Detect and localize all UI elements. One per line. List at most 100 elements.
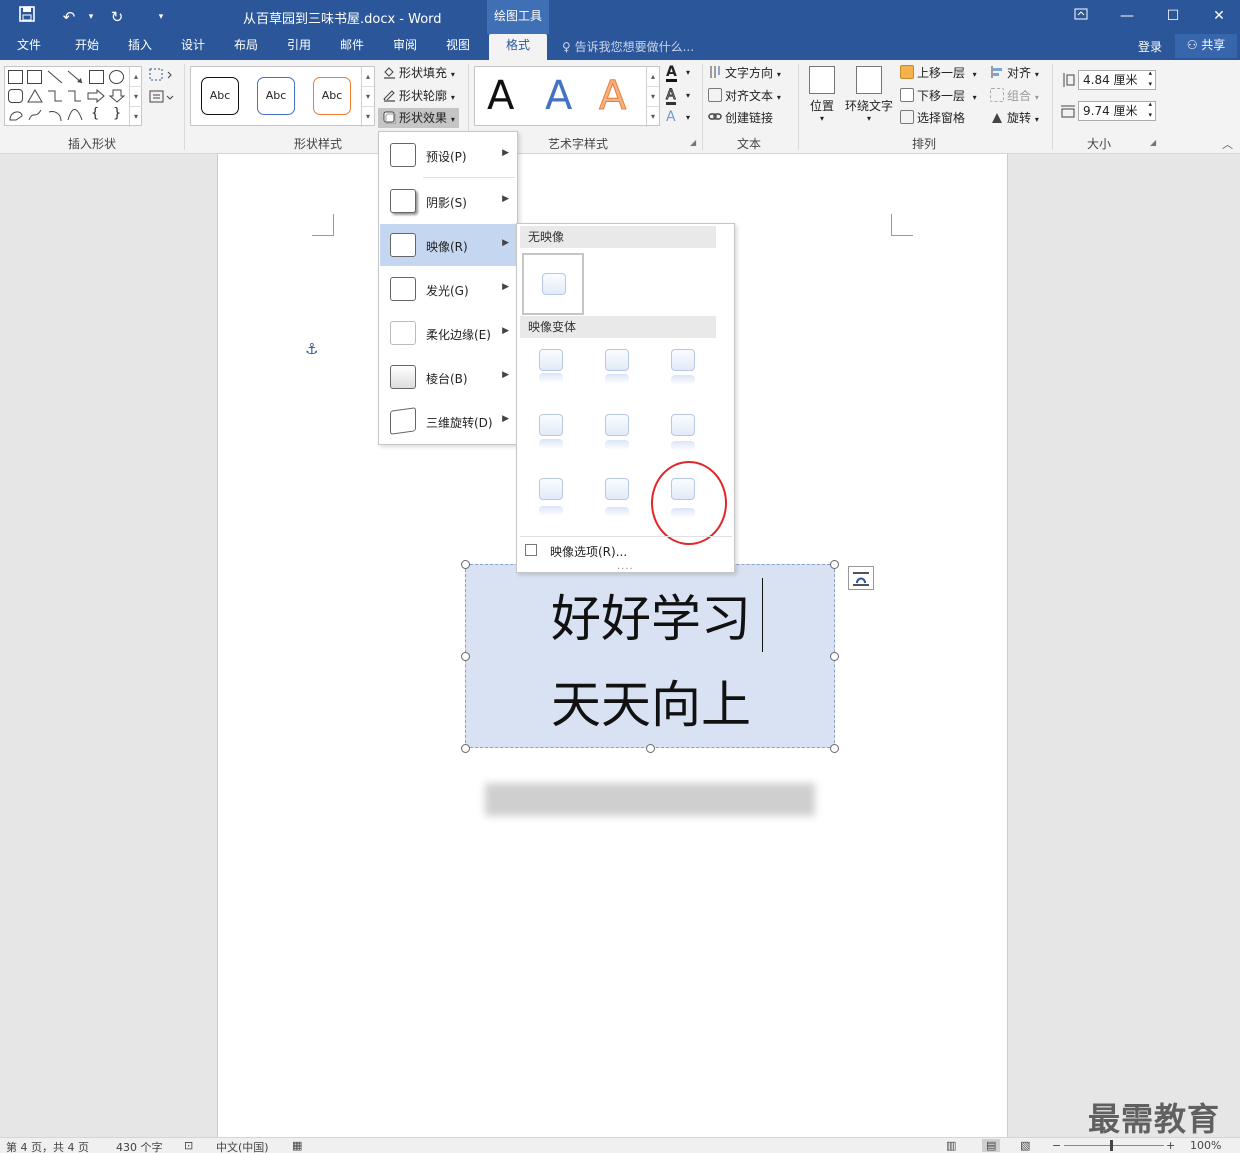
wordart-style-orange[interactable]: A: [598, 73, 626, 120]
spinner-icon[interactable]: ▴ ▾: [1148, 99, 1152, 121]
shape-outline-button[interactable]: 形状轮廓 ▾: [382, 86, 455, 106]
menu-item-soft-edges[interactable]: 柔化边缘(E) ▶: [380, 312, 517, 354]
wordart-style-blue[interactable]: A: [545, 73, 572, 119]
spinner-icon[interactable]: ▴ ▾: [1148, 68, 1152, 90]
text-effects-icon[interactable]: A: [666, 110, 676, 124]
shape-fill-button[interactable]: 形状填充 ▾: [382, 63, 455, 83]
menu-item-bevel[interactable]: 棱台(B) ▶: [380, 356, 517, 398]
shape-style-orange-outline[interactable]: Abc: [313, 77, 351, 115]
tab-mailings[interactable]: 邮件: [331, 34, 373, 60]
left-brace-shape-icon[interactable]: {: [91, 106, 99, 121]
tab-references[interactable]: 引用: [278, 34, 320, 60]
zoom-slider[interactable]: [1064, 1145, 1164, 1146]
right-arrow-shape-icon[interactable]: [87, 88, 105, 106]
layout-options-icon[interactable]: [848, 566, 874, 590]
menu-item-shadow[interactable]: 阴影(S) ▶: [380, 180, 517, 222]
right-brace-shape-icon[interactable]: }: [113, 106, 121, 121]
group-button[interactable]: 组合 ▾: [990, 86, 1039, 106]
resize-handle-bottom-right[interactable]: [830, 744, 839, 753]
wrap-text-button[interactable]: 环绕文字 ▾: [844, 66, 894, 123]
edit-shape-icon[interactable]: [148, 66, 174, 84]
elbow-arrow-shape-icon[interactable]: [67, 89, 83, 106]
arc-shape-icon[interactable]: [47, 108, 63, 125]
language-indicator[interactable]: 中文(中国): [216, 1139, 269, 1153]
rectangle-shape-icon[interactable]: [89, 70, 104, 84]
close-icon[interactable]: ✕: [1204, 4, 1234, 28]
macro-icon[interactable]: ▦: [292, 1139, 302, 1152]
draw-textbox-icon[interactable]: [148, 88, 174, 106]
oval-shape-icon[interactable]: [109, 70, 124, 84]
wordart-scroll-down-icon[interactable]: ▾: [646, 87, 659, 107]
resize-handle-top-right[interactable]: [830, 560, 839, 569]
menu-item-glow[interactable]: 发光(G) ▶: [380, 268, 517, 310]
text-direction-button[interactable]: 文字方向 ▾: [708, 63, 781, 83]
shape-style-dark-outline[interactable]: Abc: [201, 77, 239, 115]
shape-style-blue-outline[interactable]: Abc: [257, 77, 295, 115]
line-shape-icon[interactable]: [47, 70, 63, 84]
selection-pane-button[interactable]: 选择窗格: [900, 108, 965, 128]
web-layout-icon[interactable]: ▧: [1020, 1139, 1030, 1152]
shape-effects-button[interactable]: 形状效果 ▾: [378, 108, 459, 128]
zoom-level[interactable]: 100%: [1190, 1139, 1221, 1152]
vertical-textbox-shape-icon[interactable]: [27, 70, 42, 84]
scroll-up-icon[interactable]: ▴: [129, 67, 142, 87]
word-count[interactable]: 430 个字: [116, 1139, 163, 1153]
send-backward-button[interactable]: 下移一层 ▾: [900, 86, 977, 106]
gallery-more-icon[interactable]: ▾: [129, 107, 142, 127]
tab-format[interactable]: 格式: [489, 34, 547, 60]
scribble-shape-icon[interactable]: [27, 108, 43, 125]
proofing-icon[interactable]: ⊡: [184, 1139, 193, 1152]
save-icon[interactable]: [16, 6, 38, 28]
bring-forward-button[interactable]: 上移一层 ▾: [900, 63, 977, 83]
styles-scroll-down-icon[interactable]: ▾: [361, 87, 374, 107]
reflection-options-item[interactable]: 映像选项(R)...: [550, 543, 627, 560]
position-button[interactable]: 位置 ▾: [806, 66, 838, 123]
tab-file[interactable]: 文件: [8, 34, 50, 60]
menu-item-reflection[interactable]: 映像(R) ▶: [380, 224, 517, 266]
maximize-icon[interactable]: ☐: [1158, 4, 1188, 28]
ribbon-display-icon[interactable]: [1066, 4, 1096, 28]
reflection-variation-4[interactable]: [539, 414, 565, 454]
styles-more-icon[interactable]: ▾: [361, 107, 374, 127]
arrow-line-shape-icon[interactable]: [67, 70, 83, 84]
tab-view[interactable]: 视图: [437, 34, 479, 60]
no-reflection-option[interactable]: [522, 253, 584, 315]
styles-scroll-up-icon[interactable]: ▴: [361, 67, 374, 87]
wordart-styles-gallery[interactable]: A A A ▴ ▾ ▾: [474, 66, 660, 127]
shape-styles-gallery[interactable]: Abc Abc Abc ▴ ▾ ▾: [190, 66, 375, 127]
redo-icon[interactable]: ↻: [106, 6, 128, 28]
reflection-variation-3[interactable]: [671, 349, 697, 389]
rotate-button[interactable]: 旋转 ▾: [990, 108, 1039, 128]
freeform-shape-icon[interactable]: [8, 108, 24, 125]
reflection-variation-1[interactable]: [539, 349, 565, 389]
undo-icon[interactable]: ↶: [58, 6, 80, 28]
read-mode-icon[interactable]: ▥: [946, 1139, 956, 1152]
align-text-button[interactable]: 对齐文本 ▾: [708, 86, 781, 106]
shape-height-input[interactable]: 4.84 厘米 ▴ ▾: [1078, 68, 1156, 90]
resize-handle-middle-right[interactable]: [830, 652, 839, 661]
dialog-launcher-icon[interactable]: ◢: [690, 138, 696, 147]
shapes-gallery[interactable]: { } ▴ ▾ ▾: [4, 66, 142, 127]
tab-insert[interactable]: 插入: [119, 34, 161, 60]
reflection-variation-7[interactable]: [539, 478, 565, 522]
resize-handle-top-left[interactable]: [461, 560, 470, 569]
dialog-launcher-icon[interactable]: ◢: [1150, 138, 1156, 147]
resize-handle-bottom-left[interactable]: [461, 744, 470, 753]
curve-shape-icon[interactable]: [67, 108, 83, 125]
scroll-down-icon[interactable]: ▾: [129, 87, 142, 107]
chevron-down-icon[interactable]: ▾: [686, 113, 690, 122]
reflection-variation-2[interactable]: [605, 349, 631, 389]
tab-layout[interactable]: 布局: [225, 34, 267, 60]
zoom-out-icon[interactable]: −: [1052, 1139, 1061, 1152]
reflection-variation-8[interactable]: [605, 478, 631, 522]
print-layout-icon[interactable]: ▤: [982, 1139, 1001, 1152]
minimize-icon[interactable]: —: [1112, 4, 1142, 28]
chevron-down-icon[interactable]: ▾: [686, 68, 690, 77]
text-outline-icon[interactable]: A: [666, 88, 676, 105]
selected-textbox[interactable]: 好好学习 天天向上: [465, 564, 835, 748]
tab-review[interactable]: 审阅: [384, 34, 426, 60]
resize-handle-bottom-middle[interactable]: [646, 744, 655, 753]
menu-item-preset[interactable]: 预设(P) ▶: [380, 134, 517, 176]
resize-handle-middle-left[interactable]: [461, 652, 470, 661]
customize-qat-icon[interactable]: ▾: [150, 6, 172, 28]
